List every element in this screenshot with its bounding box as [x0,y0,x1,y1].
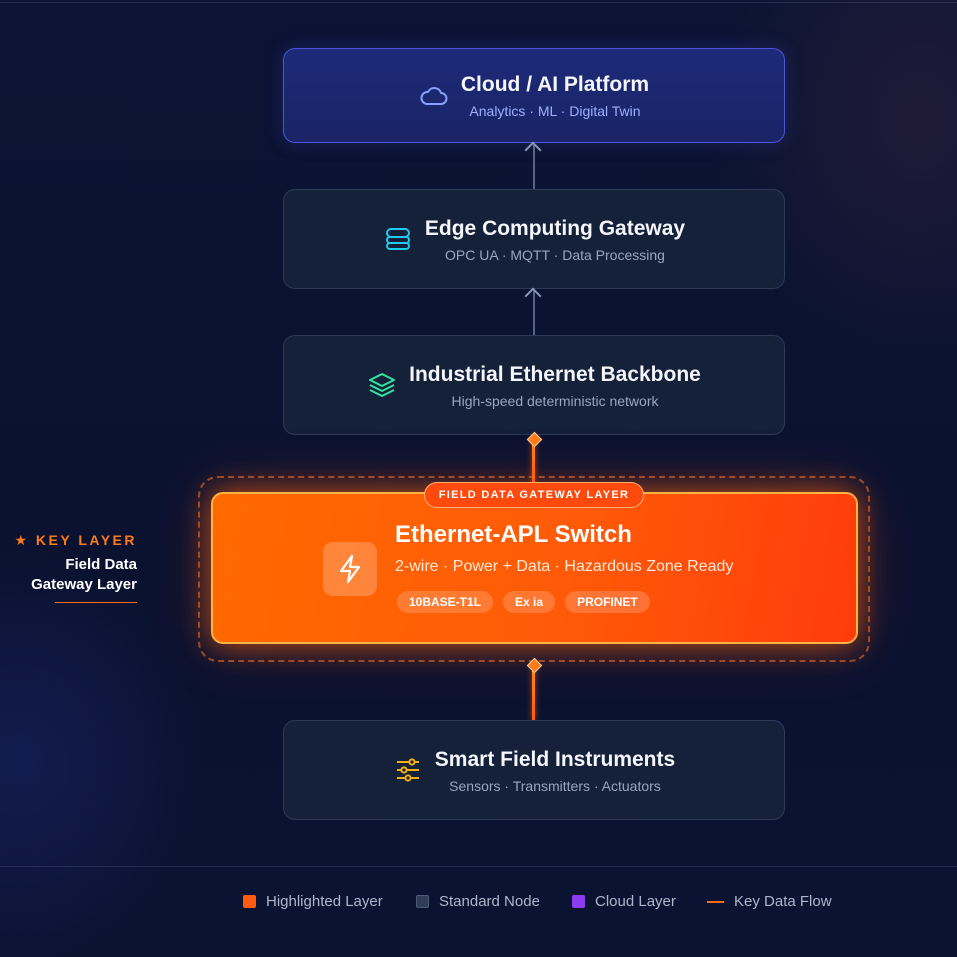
footer-divider [0,866,957,867]
cloud-ai-platform-node[interactable]: Cloud / AI Platform Analytics · ML · Dig… [283,48,785,143]
key-layer-label: ★ KEY LAYER [14,532,137,548]
edge-computing-gateway-node[interactable]: Edge Computing Gateway OPC UA · MQTT · D… [283,189,785,289]
arrow-up-icon [524,141,542,159]
legend-swatch-highlighted [243,895,256,908]
edge-node-subtitle: OPC UA · MQTT · Data Processing [445,246,665,263]
badge-profinet: PROFINET [565,591,650,613]
sliders-icon [393,755,423,785]
legend-item-cloud: Cloud Layer [572,893,676,910]
key-layer-callout: ★ KEY LAYER Field Data Gateway Layer [0,532,137,603]
key-layer-title: Field Data Gateway Layer [0,555,137,595]
apl-node-subtitle: 2-wire · Power + Data · Hazardous Zone R… [395,558,734,575]
key-layer-line1: Field Data [65,556,137,573]
cloud-node-title: Cloud / AI Platform [460,73,650,96]
legend-label-standard: Standard Node [439,893,540,910]
legend-swatch-cloud [572,895,585,908]
industrial-ethernet-backbone-node[interactable]: Industrial Ethernet Backbone High-speed … [283,335,785,435]
legend-label-highlighted: Highlighted Layer [266,893,383,910]
top-divider [0,2,957,3]
smart-field-instruments-node[interactable]: Smart Field Instruments Sensors · Transm… [283,720,785,820]
legend-item-highlighted: Highlighted Layer [243,893,383,910]
legend-label-flow: Key Data Flow [734,893,832,910]
legend-line-flow [707,900,724,903]
legend-item-standard: Standard Node [416,893,540,910]
badge-ex-ia: Ex ia [503,591,556,613]
field-data-gateway-tag: FIELD DATA GATEWAY LAYER [424,482,644,508]
backbone-node-title: Industrial Ethernet Backbone [409,362,701,386]
apl-badges: 10BASE-T1L Ex ia PROFINET [397,591,650,613]
database-icon [383,224,413,254]
field-node-subtitle: Sensors · Transmitters · Actuators [449,777,661,794]
legend-item-flow: Key Data Flow [707,893,832,910]
lightning-icon [323,542,377,596]
edge-node-title: Edge Computing Gateway [424,216,686,240]
legend-label-cloud: Cloud Layer [595,893,676,910]
cloud-icon [419,81,449,111]
layers-icon [367,370,397,400]
field-node-title: Smart Field Instruments [434,747,676,771]
apl-node-title: Ethernet-APL Switch [395,521,632,548]
badge-10base-t1l: 10BASE-T1L [397,591,494,613]
key-layer-underline [55,602,137,603]
key-layer-line2: Gateway Layer [31,576,137,593]
arrow-up-icon [524,287,542,305]
cloud-node-subtitle: Analytics · ML · Digital Twin [469,103,641,119]
legend-swatch-standard [416,895,429,908]
backbone-node-subtitle: High-speed deterministic network [451,392,659,409]
